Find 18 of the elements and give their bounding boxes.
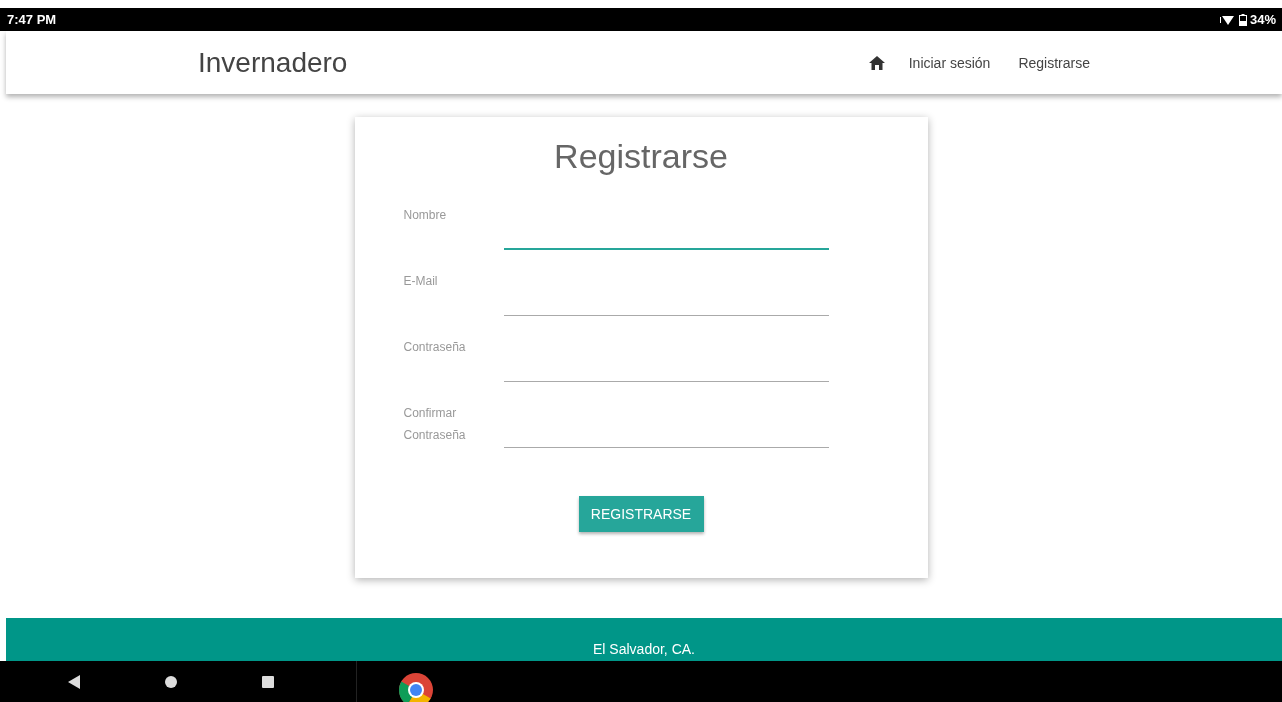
- battery-percent: 34%: [1249, 12, 1276, 27]
- battery-icon: [1238, 13, 1247, 26]
- home-icon[interactable]: [165, 675, 177, 688]
- status-time: 7:47 PM: [7, 12, 57, 27]
- field-label: Contraseña: [403, 339, 467, 356]
- field-label: Confirmar Contraseña: [403, 405, 467, 444]
- nav-link[interactable]: Registrarse: [1018, 54, 1090, 71]
- form-title: Registrarse: [553, 137, 729, 176]
- recents-icon[interactable]: [261, 675, 274, 688]
- back-icon[interactable]: [68, 674, 81, 689]
- brand-title: Invernadero: [198, 46, 348, 79]
- footer-text: El Salvador, CA.: [593, 641, 695, 657]
- nav-link[interactable]: Iniciar sesión: [908, 54, 991, 71]
- field-label: Nombre: [403, 207, 448, 224]
- signal-icon: [1219, 13, 1236, 26]
- field-label: E-Mail: [403, 273, 439, 290]
- browser-app-icon[interactable]: [399, 672, 433, 702]
- home-icon[interactable]: [868, 55, 885, 70]
